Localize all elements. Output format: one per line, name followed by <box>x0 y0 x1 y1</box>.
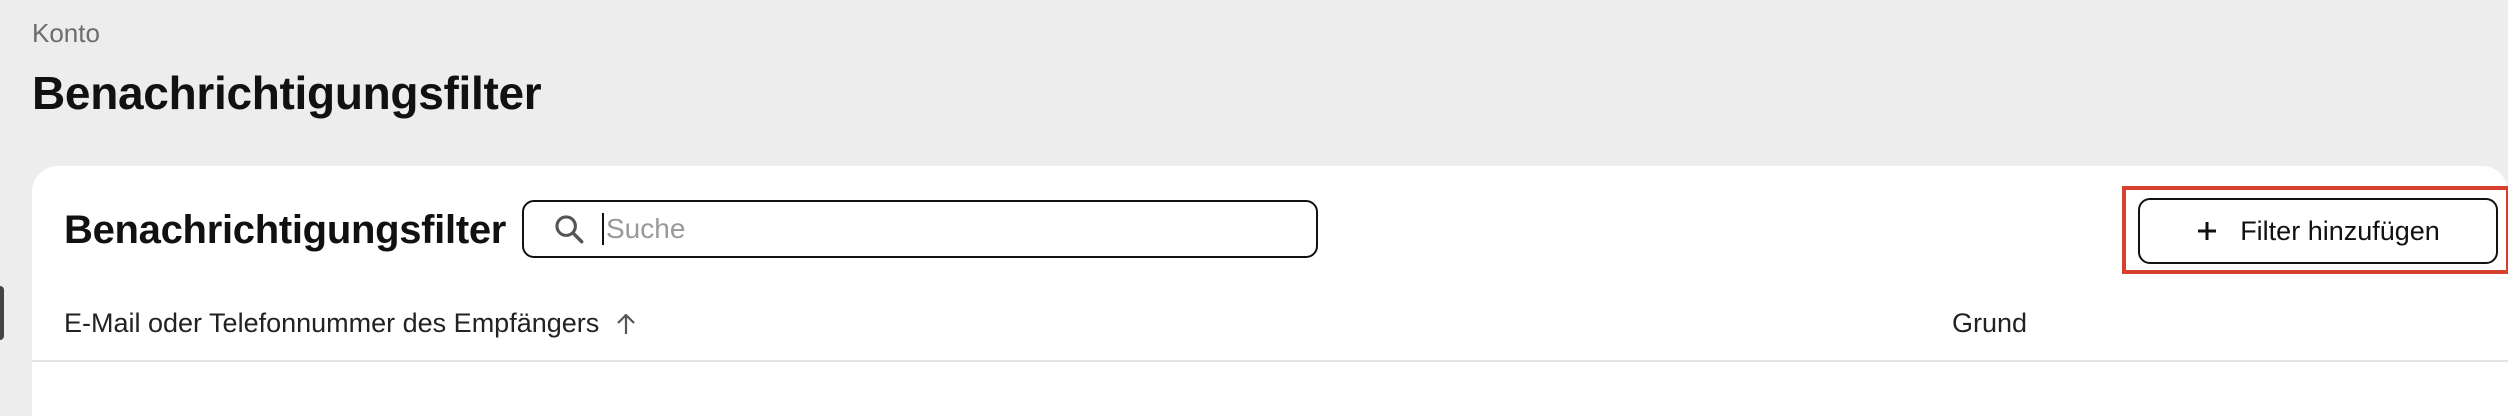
filters-card: Benachrichtigungsfilter Filter hinzufüge… <box>32 166 2508 416</box>
search-input[interactable] <box>606 213 1206 245</box>
column-header-recipient-label: E-Mail oder Telefonnummer des Empfängers <box>64 308 600 338</box>
side-panel-handle[interactable] <box>0 286 4 340</box>
column-header-recipient[interactable]: E-Mail oder Telefonnummer des Empfängers <box>64 308 639 339</box>
breadcrumb[interactable]: Konto <box>32 18 100 49</box>
add-filter-button[interactable]: Filter hinzufügen <box>2138 198 2498 264</box>
plus-icon <box>2196 220 2218 242</box>
page-title: Benachrichtigungsfilter <box>32 67 542 119</box>
search-field[interactable] <box>522 200 1318 258</box>
text-caret <box>602 213 604 245</box>
column-header-reason-label: Grund <box>1952 308 2028 338</box>
search-icon <box>552 212 586 246</box>
add-filter-label: Filter hinzufügen <box>2240 215 2440 246</box>
card-title: Benachrichtigungsfilter <box>64 208 507 252</box>
column-header-reason[interactable]: Grund <box>1952 308 2027 339</box>
header-divider <box>32 360 2508 362</box>
arrow-up-icon[interactable] <box>613 311 639 337</box>
